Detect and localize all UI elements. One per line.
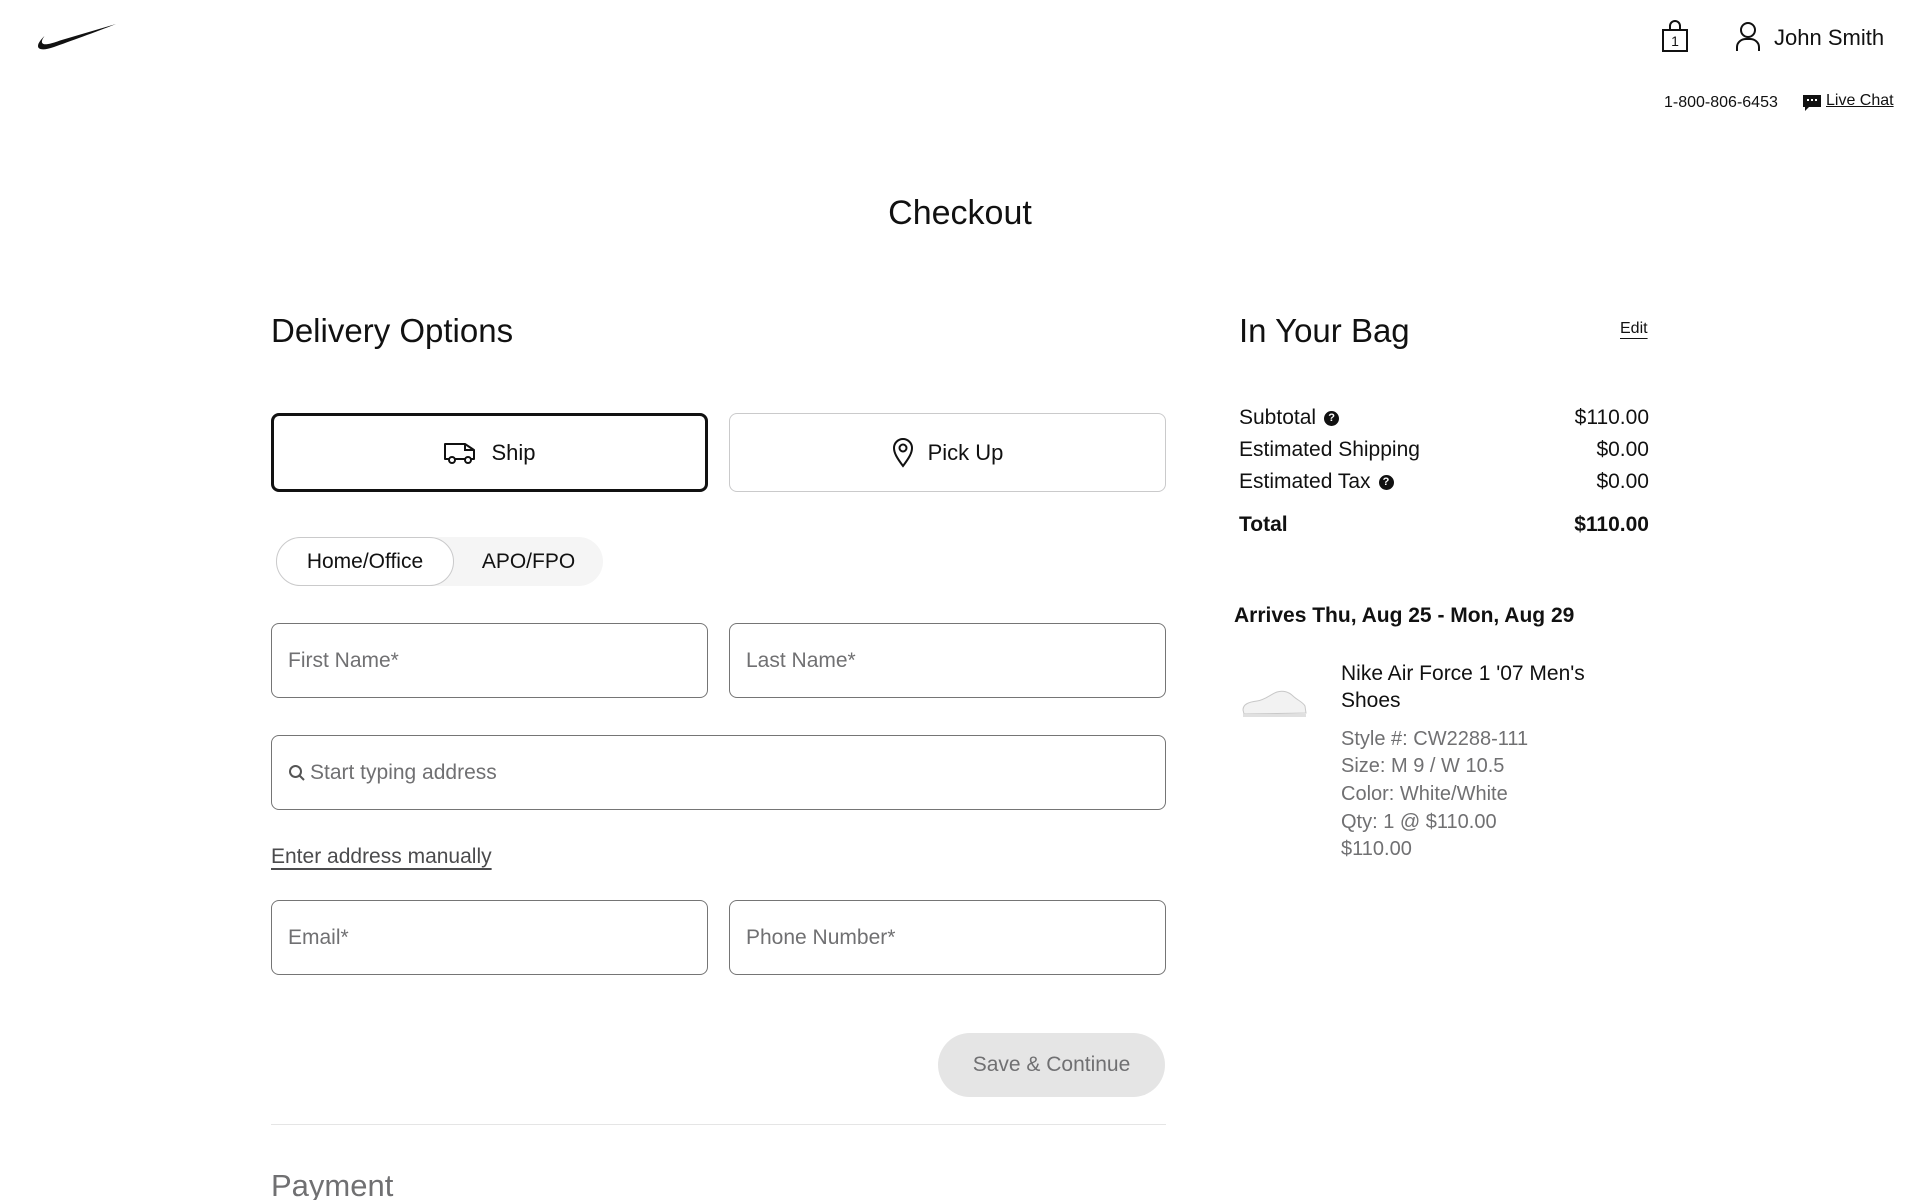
edit-bag-link[interactable]: Edit [1620, 320, 1648, 338]
email-input[interactable] [272, 901, 707, 974]
pick-up-option[interactable]: Pick Up [729, 413, 1166, 492]
product-price: $110.00 [1341, 838, 1412, 860]
search-icon [289, 765, 305, 781]
location-pin-icon [892, 437, 913, 468]
last-name-input[interactable] [730, 624, 1165, 697]
phone-number-field [729, 900, 1166, 975]
payment-heading: Payment [271, 1168, 394, 1200]
tax-label: Estimated Tax [1239, 470, 1371, 493]
home-office-tab[interactable]: Home/Office [276, 537, 454, 586]
product-quantity: Qty: 1 @ $110.00 [1341, 811, 1497, 833]
subtotal-label: Subtotal [1239, 406, 1317, 429]
total-label: Total [1239, 513, 1288, 536]
last-name-field [729, 623, 1166, 698]
total-value: $110.00 [1574, 513, 1649, 536]
truck-icon [444, 442, 476, 464]
chat-icon[interactable] [1802, 94, 1822, 112]
subtotal-value: $110.00 [1574, 406, 1649, 429]
address-search-input[interactable] [272, 736, 1165, 809]
bag-count-badge: 1 [1671, 33, 1679, 49]
save-continue-button[interactable]: Save & Continue [938, 1033, 1165, 1097]
product-size: Size: M 9 / W 10.5 [1341, 755, 1505, 777]
first-name-field [271, 623, 708, 698]
product-style: Style #: CW2288-111 [1341, 728, 1529, 750]
product-color: Color: White/White [1341, 783, 1508, 805]
subtotal-row: Subtotal? $110.00 [1239, 406, 1649, 430]
shipping-label: Estimated Shipping [1239, 438, 1420, 461]
arrival-estimate: Arrives Thu, Aug 25 - Mon, Aug 29 [1234, 604, 1575, 627]
tax-value: $0.00 [1596, 470, 1649, 493]
support-phone: 1-800-806-6453 [1664, 94, 1778, 111]
shipping-value: $0.00 [1596, 438, 1649, 461]
nike-swoosh-icon[interactable] [36, 22, 118, 54]
in-your-bag-heading: In Your Bag [1239, 312, 1410, 349]
ship-option[interactable]: Ship [271, 413, 708, 492]
section-divider [271, 1124, 1166, 1125]
apo-fpo-tab[interactable]: APO/FPO [454, 537, 603, 586]
shipping-row: Estimated Shipping $0.00 [1239, 438, 1649, 462]
help-icon[interactable]: ? [1324, 410, 1340, 426]
enter-address-manually-link[interactable]: Enter address manually [271, 845, 492, 869]
tax-row: Estimated Tax? $0.00 [1239, 470, 1649, 494]
address-type-toggle: Home/Office APO/FPO [276, 537, 603, 586]
user-icon[interactable] [1733, 20, 1763, 54]
address-search-field [271, 735, 1166, 810]
page-title: Checkout [888, 194, 1032, 232]
user-name[interactable]: John Smith [1774, 25, 1884, 51]
first-name-input[interactable] [272, 624, 707, 697]
pick-up-option-label: Pick Up [927, 439, 1004, 465]
product-thumbnail[interactable] [1239, 680, 1309, 724]
total-row: Total $110.00 [1239, 513, 1649, 537]
phone-number-input[interactable] [730, 901, 1165, 974]
delivery-options-heading: Delivery Options [271, 312, 514, 349]
product-name[interactable]: Nike Air Force 1 '07 Men's Shoes [1341, 660, 1621, 714]
ship-option-label: Ship [491, 439, 536, 465]
email-field [271, 900, 708, 975]
live-chat-link[interactable]: Live Chat [1826, 92, 1894, 110]
help-icon[interactable]: ? [1378, 474, 1394, 490]
